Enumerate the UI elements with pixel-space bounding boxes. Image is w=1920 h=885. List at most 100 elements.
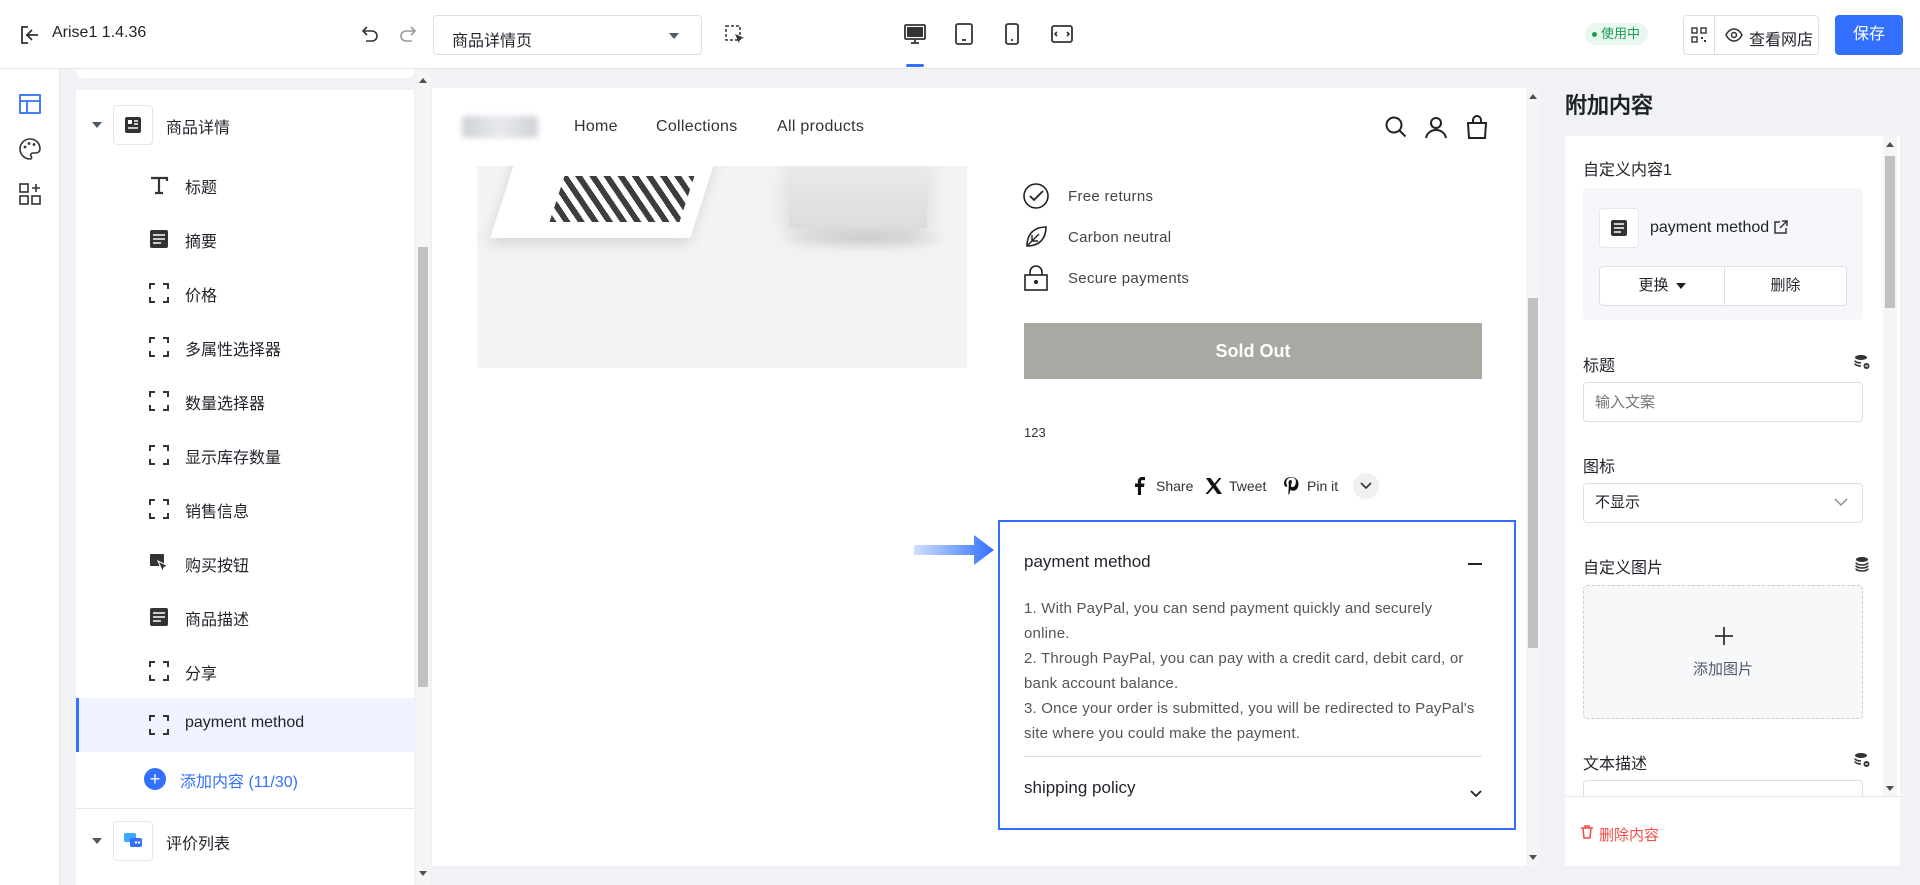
palette-icon[interactable] [17,136,43,162]
undo-icon[interactable] [358,24,380,46]
layout-icon[interactable] [17,91,43,117]
lock-icon [1024,265,1048,291]
tree-item[interactable]: 显示库存数量 [76,428,414,482]
custom-image-label: 自定义图片 [1583,560,1664,577]
tree-item[interactable]: 购买按钮 [76,536,414,590]
tree-item[interactable]: 分享 [76,644,414,698]
collapse-triangle-icon[interactable] [92,122,102,128]
tree-item-label: payment method [185,714,305,731]
tree-item[interactable]: 商品描述 [76,590,414,644]
app-name: Arise1 1.4.36 [52,24,147,41]
tree-scrollbar-thumb[interactable] [418,247,428,687]
chevron-down-icon[interactable] [1468,786,1484,802]
tree-item-label: 显示库存数量 [185,450,282,467]
tree-item-label: 数量选择器 [185,396,266,413]
desktop-icon[interactable] [903,22,927,46]
select-tool-icon[interactable] [724,24,746,46]
caret-down-icon [1675,283,1686,290]
scroll-down-arrow[interactable] [419,871,427,876]
collapse-triangle-icon[interactable] [92,838,102,844]
redo-icon[interactable] [398,24,420,46]
tree-item-label: 摘要 [185,234,218,251]
custom-content-label: 自定义内容1 [1583,162,1672,179]
external-link-icon[interactable] [1773,219,1789,235]
frame-icon [149,661,169,681]
x-icon [1205,478,1222,494]
tree-item-label: 销售信息 [185,504,250,521]
tree-item[interactable]: payment method [76,698,414,752]
tree-item[interactable]: 摘要 [76,212,414,266]
add-image-dropzone[interactable]: 添加图片 [1583,585,1863,719]
dynamic-source-icon[interactable] [1854,752,1870,768]
search-icon[interactable] [1383,114,1409,140]
accordion-title[interactable]: payment method [1024,552,1151,572]
tree-item[interactable]: 价格 [76,266,414,320]
delete-button[interactable]: 删除 [1724,266,1847,306]
heading-input[interactable] [1583,382,1863,422]
check-circle-icon [1023,183,1049,209]
accordion-title-shipping[interactable]: shipping policy [1024,778,1136,798]
database-icon[interactable] [1854,556,1870,572]
cart-icon[interactable] [1464,114,1490,140]
feature-label: Secure payments [1068,270,1190,287]
preview-scrollbar-thumb[interactable] [1528,298,1538,648]
accordion-divider [1024,756,1482,757]
nav-collections[interactable]: Collections [656,118,738,136]
arrow-right-icon [914,535,994,565]
scroll-up-arrow[interactable] [1886,142,1894,147]
facebook-icon [1135,477,1145,495]
exit-icon[interactable] [18,24,40,46]
share-more-button[interactable] [1353,473,1379,499]
tree-item[interactable]: 销售信息 [76,482,414,536]
sold-out-button[interactable]: Sold Out [1024,323,1482,379]
tree-item[interactable]: 标题 [76,158,414,212]
tree-group-reviews[interactable]: 评价列表 [76,814,414,868]
accordion-line: 2. Through PayPal, you can pay with a cr… [1024,650,1464,692]
fullscreen-icon[interactable] [1050,22,1074,46]
icon-select[interactable]: 不显示 [1583,483,1863,523]
scroll-down-arrow[interactable] [1886,786,1894,791]
icon-select-value: 不显示 [1595,494,1641,511]
icon-label: 图标 [1583,459,1616,476]
qr-code-icon [1691,27,1707,43]
feature-label: Free returns [1068,188,1154,205]
cursor-icon [150,554,170,573]
nav-all-products[interactable]: All products [777,118,864,136]
minus-icon[interactable] [1468,563,1482,565]
trash-icon [1581,825,1593,839]
custom-text-block: 123 [1024,425,1046,440]
view-store-button[interactable]: 查看网店 [1714,15,1819,55]
payment-method-accordion[interactable]: payment method 1. With PayPal, you can s… [998,520,1516,830]
frame-icon [149,715,169,735]
mobile-icon[interactable] [1000,22,1024,46]
qr-code-button[interactable] [1683,15,1715,55]
scroll-down-arrow[interactable] [1529,855,1537,860]
tablet-icon[interactable] [952,22,976,46]
account-icon[interactable] [1423,114,1449,140]
rich-text-toolbar[interactable] [1583,780,1863,796]
replace-button[interactable]: 更换 [1599,266,1725,306]
accordion-line: 3. Once your order is submitted, you wil… [1024,700,1475,742]
dynamic-source-icon[interactable] [1854,354,1870,370]
add-content-button[interactable]: + 添加内容 (11/30) [76,752,414,806]
pinterest-icon [1284,477,1299,495]
page-select[interactable]: 商品详情页 [433,15,702,55]
linked-doc-name: payment method [1650,219,1770,236]
panel-scrollbar-thumb[interactable] [1885,156,1895,308]
delete-content-button[interactable]: 删除内容 [1599,824,1659,845]
product-pattern [549,176,695,222]
tree-item-label: 价格 [185,288,218,305]
plus-circle-icon: + [144,768,166,790]
scroll-up-arrow[interactable] [1529,94,1537,99]
scroll-up-arrow[interactable] [419,78,427,83]
tree-group-product-detail[interactable]: 商品详情 [76,98,414,152]
apps-icon[interactable] [17,181,43,207]
tree-item[interactable]: 多属性选择器 [76,320,414,374]
nav-home[interactable]: Home [574,118,618,136]
doc-icon [150,230,168,248]
tree-item-label: 购买按钮 [185,558,250,575]
save-button[interactable]: 保存 [1835,15,1903,55]
chevron-down-icon [1360,482,1372,490]
tree-top-strip [76,69,414,78]
tree-item[interactable]: 数量选择器 [76,374,414,428]
